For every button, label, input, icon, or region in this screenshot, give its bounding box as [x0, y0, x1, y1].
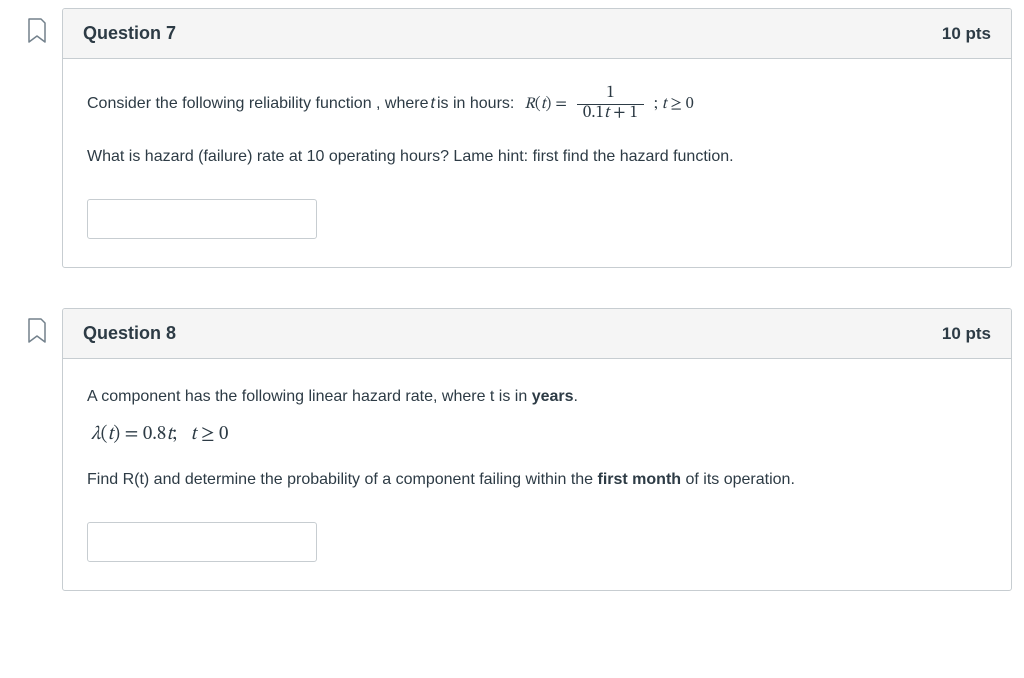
- prompt-text: Find R(t) and determine the probability …: [87, 471, 598, 488]
- question-icon-col: [12, 8, 62, 44]
- formula-part: 0.1: [583, 105, 604, 122]
- answer-input[interactable]: [87, 199, 317, 239]
- question-header: Question 8 10 pts: [63, 309, 1011, 359]
- question-wrapper: Question 8 10 pts A component has the fo…: [12, 308, 1012, 591]
- prompt-text: .: [574, 388, 578, 405]
- prompt-text-italic: t: [431, 92, 435, 116]
- formula-part: 0.8: [143, 425, 166, 444]
- formula-part: ≥ 0: [667, 96, 694, 112]
- prompt-text: A component has the following linear haz…: [87, 388, 532, 405]
- formula: λ(t) = 0.8t; t ≥ 0: [91, 421, 987, 450]
- question-body: A component has the following linear haz…: [63, 359, 1011, 590]
- question-prompt: Find R(t) and determine the probability …: [87, 468, 987, 492]
- question-wrapper: Question 7 10 pts Consider the following…: [12, 8, 1012, 268]
- formula-part: =: [555, 92, 567, 116]
- formula-part: + 1: [609, 105, 638, 122]
- formula-part: R: [524, 92, 535, 116]
- formula-part: ;: [172, 425, 190, 444]
- prompt-text: is in hours:: [437, 92, 514, 116]
- formula-part: =: [120, 425, 143, 444]
- fraction: 1 0.1t + 1: [577, 85, 644, 123]
- formula-part: ≥ 0: [196, 425, 228, 444]
- formula-part: ): [546, 92, 552, 116]
- question-points: 10 pts: [942, 324, 991, 344]
- prompt-text-bold: years: [532, 388, 574, 405]
- question-icon-col: [12, 308, 62, 344]
- question-card: Question 7 10 pts Consider the following…: [62, 8, 1012, 268]
- question-prompt: A component has the following linear haz…: [87, 385, 987, 409]
- answer-input[interactable]: [87, 522, 317, 562]
- question-header: Question 7 10 pts: [63, 9, 1011, 59]
- question-title: Question 7: [83, 23, 176, 44]
- prompt-text: Consider the following reliability funct…: [87, 92, 429, 116]
- question-prompt: Consider the following reliability funct…: [87, 85, 987, 123]
- formula: R ( t ) = 1 0.1t + 1 ; t ≥ 0: [524, 85, 693, 123]
- prompt-text: of its operation.: [681, 471, 795, 488]
- question-prompt: What is hazard (failure) rate at 10 oper…: [87, 145, 987, 169]
- numerator: 1: [600, 85, 620, 104]
- question-body: Consider the following reliability funct…: [63, 59, 1011, 267]
- question-points: 10 pts: [942, 24, 991, 44]
- bookmark-outline-icon: [27, 318, 47, 344]
- question-card: Question 8 10 pts A component has the fo…: [62, 308, 1012, 591]
- bookmark-outline-icon: [27, 18, 47, 44]
- question-title: Question 8: [83, 323, 176, 344]
- prompt-text-bold: first month: [598, 471, 682, 488]
- condition: ; t ≥ 0: [654, 92, 694, 116]
- formula-part: ;: [654, 96, 662, 112]
- formula-part: λ: [91, 425, 101, 444]
- denominator: 0.1t + 1: [577, 104, 644, 124]
